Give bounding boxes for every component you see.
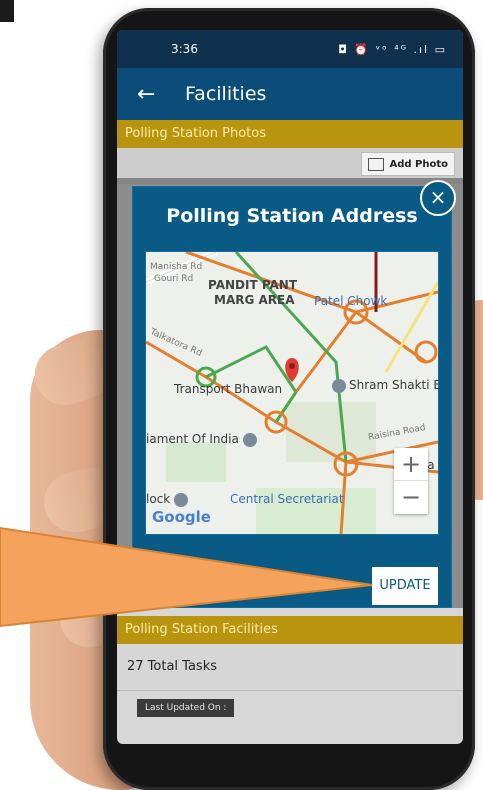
building-poi-icon [332,378,346,393]
update-button[interactable]: UPDATE [372,567,438,605]
phone-screen: 3:36 ◘ ⏰ ᵛᵒ ⁴ᴳ .ıl ▭ ← Facilities Pollin… [117,30,463,744]
map-label-parliament-text: iament Of India [146,432,239,446]
map-label-pandit-2: MARG AREA [214,293,295,307]
facilities-section-header: Polling Station Facilities [117,616,463,644]
add-photo-label: Add Photo [389,158,448,170]
map-label-transport-bhawan: Transport Bhawan [174,382,283,396]
last-updated-label: Last Updated On : [137,699,235,717]
map-label-block: lock [146,492,191,507]
map-label-manisha: Manisha Rd [150,262,203,272]
map-label-shram-shakti: Shram Shakti B [332,378,439,393]
modal-title: Polling Station Address [166,205,418,227]
google-logo: Google [152,508,211,526]
page-title: Facilities [185,83,267,105]
app-bar: ← Facilities [117,68,463,120]
google-logo-text: Google [152,508,211,526]
total-tasks: 27 Total Tasks [117,644,463,691]
building-poi-icon [242,432,257,447]
map-label-block-text: lock [146,492,171,506]
background-dark-mark [0,0,14,22]
map-label-gouri: Gouri Rd [154,274,194,284]
map-label-patel-chowk: Patel Chowk [314,294,388,308]
status-time: 3:36 [171,42,198,56]
back-arrow-icon[interactable]: ← [137,82,185,107]
status-bar: 3:36 ◘ ⏰ ᵛᵒ ⁴ᴳ .ıl ▭ [117,30,463,68]
map-zoom-controls: + − [394,448,428,514]
address-modal: Polling Station Address Manisha Rd Gouri… [132,186,452,608]
map-view[interactable]: Manisha Rd Gouri Rd PANDIT PANT MARG ARE… [145,251,439,535]
zoom-in-button[interactable]: + [394,448,428,481]
image-add-icon [368,157,385,171]
add-photo-button[interactable]: Add Photo [361,152,455,176]
zoom-out-button[interactable]: − [394,481,428,513]
close-icon[interactable]: × [420,180,456,216]
building-poi-icon [174,492,189,507]
map-label-parliament: iament Of India [146,432,260,447]
map-label-central-secretariat: Central Secretariat [230,492,344,506]
lower-content: Polling Station Facilities 27 Total Task… [117,616,463,717]
photos-section-header: Polling Station Photos [117,120,463,148]
status-icons: ◘ ⏰ ᵛᵒ ⁴ᴳ .ıl ▭ [338,42,447,56]
map-label-shram-text: Shram Shakti B [349,378,439,392]
map-label-pandit-1: PANDIT PANT [208,278,298,292]
